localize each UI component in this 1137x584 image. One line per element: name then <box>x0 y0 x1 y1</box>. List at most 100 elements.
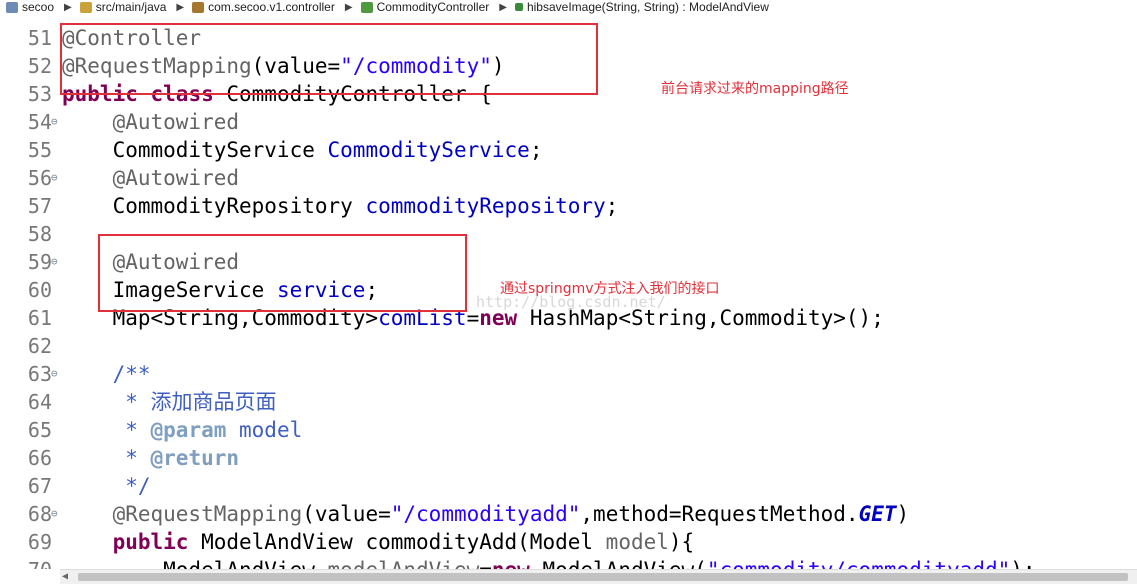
code-text: * @return <box>62 444 239 472</box>
code-line[interactable]: 69 public ModelAndView commodityAdd(Mode… <box>0 528 1137 556</box>
line-number: 63 <box>27 362 52 386</box>
code-text: CommodityRepository commodityRepository; <box>62 192 619 220</box>
code-text: * 添加商品页面 <box>62 388 277 416</box>
class-icon <box>360 1 373 13</box>
breadcrumb-item[interactable]: CommodityController <box>355 0 490 14</box>
breadcrumb-separator-icon: ▶ <box>344 1 353 13</box>
code-text: ModelAndView modelAndView=new ModelAndVi… <box>62 556 1035 569</box>
line-number: 65 <box>27 418 52 442</box>
code-token: (value= <box>302 502 391 526</box>
breadcrumb-item[interactable]: hibsaveImage(String, String) : ModelAndV… <box>509 0 769 14</box>
source-folder-icon <box>79 1 92 13</box>
breadcrumb-separator-icon: ▶ <box>64 1 72 13</box>
fold-toggle-icon[interactable]: ⊖ <box>51 360 58 388</box>
code-token: ) <box>896 502 910 526</box>
package-icon <box>192 1 205 13</box>
code-token: * 添加商品页面 <box>125 390 277 414</box>
code-token: @Autowired <box>112 110 240 134</box>
code-token: ModelAndView <box>62 558 328 569</box>
line-number: 64 <box>27 390 52 414</box>
code-token: ; <box>605 194 619 218</box>
code-token: @return <box>150 446 240 470</box>
line-number: 60 <box>27 278 52 302</box>
code-token: CommodityService <box>62 138 328 162</box>
code-line[interactable]: 54 ⊖ @Autowired <box>0 108 1137 136</box>
highlight-box-controller-mapping <box>60 23 598 95</box>
line-number: 69 <box>27 530 52 554</box>
line-number: 68 <box>27 502 52 526</box>
line-number: 52 <box>27 54 52 78</box>
code-line[interactable]: 66 * @return <box>0 444 1137 472</box>
line-number: 51 <box>27 26 52 50</box>
code-token: /** <box>112 362 151 386</box>
fold-toggle-icon[interactable]: ⊖ <box>51 248 58 276</box>
code-token: ); <box>1010 558 1035 569</box>
code-token: commodityRepository <box>365 194 606 218</box>
code-line[interactable]: 68 ⊖ @RequestMapping(value="/commodityadd… <box>0 500 1137 528</box>
code-line[interactable]: 62 <box>0 332 1137 360</box>
code-text: @Autowired <box>62 164 239 192</box>
horizontal-scrollbar[interactable]: ◀ <box>60 569 1137 584</box>
breadcrumb-item[interactable]: com.secoo.v1.controller <box>186 0 335 14</box>
scrollbar-thumb[interactable] <box>78 573 1128 581</box>
method-icon <box>514 3 523 11</box>
code-line[interactable]: 56 ⊖ @Autowired <box>0 164 1137 192</box>
line-number: 66 <box>27 446 52 470</box>
code-line[interactable]: 63 ⊖ /** <box>0 360 1137 388</box>
code-line[interactable]: 70 ModelAndView modelAndView=new ModelAn… <box>0 556 1137 569</box>
watermark: http://blog.csdn.net/ <box>476 293 666 311</box>
breadcrumb-label: src/main/java <box>95 0 167 14</box>
code-token: @RequestMapping <box>112 502 303 526</box>
breadcrumb-separator-icon: ▶ <box>176 1 185 13</box>
code-token: ; <box>529 138 543 162</box>
line-number: 61 <box>27 306 52 330</box>
code-token: = <box>479 558 492 569</box>
code-token: @param <box>150 418 227 442</box>
code-token: ModelAndView( <box>530 558 706 569</box>
code-token: new <box>492 558 530 569</box>
code-text: public ModelAndView commodityAdd(Model m… <box>62 528 695 556</box>
line-number: 57 <box>27 194 52 218</box>
code-line[interactable]: 55 CommodityService CommodityService; <box>0 136 1137 164</box>
code-text: /** <box>62 360 151 388</box>
line-number: 70 <box>24 556 52 569</box>
fold-toggle-icon[interactable]: ⊖ <box>51 164 58 192</box>
breadcrumb-label: hibsaveImage(String, String) : ModelAndV… <box>526 0 769 14</box>
line-number: 53 <box>27 82 52 106</box>
code-token: model <box>605 530 669 554</box>
breadcrumb-label: secoo <box>22 0 55 14</box>
line-number: 62 <box>27 334 52 358</box>
code-line[interactable]: 65 * @param model <box>0 416 1137 444</box>
line-number: 67 <box>27 474 52 498</box>
breadcrumb-label: CommodityController <box>376 0 490 14</box>
line-number: 56 <box>27 166 52 190</box>
scroll-left-icon[interactable]: ◀ <box>62 570 68 584</box>
line-number: 54 <box>27 110 52 134</box>
code-token: CommodityRepository <box>62 194 366 218</box>
code-text: @Autowired <box>62 108 239 136</box>
code-token: "/commodityadd" <box>390 502 581 526</box>
fold-toggle-icon[interactable]: ⊖ <box>51 108 58 136</box>
code-line[interactable]: 67 */ <box>0 472 1137 500</box>
code-token: public <box>112 530 189 554</box>
code-line[interactable]: 57 CommodityRepository commodityReposito… <box>0 192 1137 220</box>
breadcrumb: secoo ▶ src/main/java ▶ com.secoo.v1.control… <box>0 0 1137 14</box>
fold-toggle-icon[interactable]: ⊖ <box>51 500 58 528</box>
breadcrumb-label: com.secoo.v1.controller <box>208 0 335 14</box>
code-token: * <box>125 418 151 442</box>
code-token: CommodityService <box>327 138 530 162</box>
breadcrumb-item[interactable]: secoo <box>0 0 54 14</box>
line-number: 59 <box>27 250 52 274</box>
breadcrumb-item[interactable]: src/main/java <box>74 0 167 14</box>
highlight-box-autowired-service <box>98 234 467 312</box>
code-line[interactable]: 64 * 添加商品页面 <box>0 388 1137 416</box>
code-text: @RequestMapping(value="/commodityadd",me… <box>62 500 910 528</box>
